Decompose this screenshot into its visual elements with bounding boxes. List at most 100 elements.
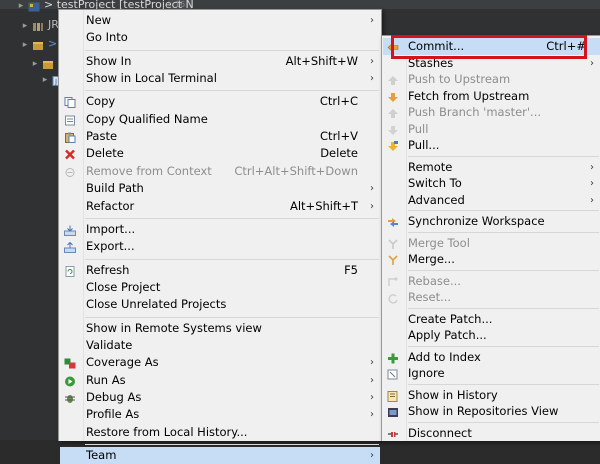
menu-item-build-path[interactable]: Build Path › — [60, 180, 380, 197]
menu-item-label: Synchronize Workspace — [408, 214, 545, 228]
menu-separator — [85, 49, 379, 51]
copy-qualified-name-icon — [64, 114, 76, 126]
library-icon — [32, 20, 44, 31]
menu-separator — [85, 217, 379, 219]
menu-item-accelerator: F5 — [344, 262, 358, 277]
menu-item-show-in-repositories-view[interactable]: Show in Repositories View — [383, 403, 600, 420]
menu-separator — [85, 316, 379, 318]
menu-item-accelerator: Ctrl+Alt+Shift+Down — [234, 163, 358, 178]
export-icon — [64, 241, 76, 254]
menu-item-close-project[interactable]: Close Project — [60, 279, 380, 296]
menu-item-synchronize-workspace[interactable]: Synchronize Workspace — [383, 213, 600, 230]
menu-item-go-into[interactable]: Go Into — [60, 29, 380, 46]
menu-item-apply-patch[interactable]: Apply Patch... — [383, 327, 600, 344]
menu-item-add-to-index[interactable]: Add to Index — [383, 349, 600, 366]
submenu-arrow-icon: › — [370, 409, 374, 421]
menu-item-new[interactable]: New › — [60, 12, 380, 29]
menu-item-accelerator: Alt+Shift+W — [285, 53, 358, 68]
menu-item-label: Remove from Context — [86, 163, 212, 178]
merge-tool-icon — [387, 238, 399, 249]
expand-toggle-icon[interactable]: ▸ — [38, 72, 52, 89]
synchronize-icon — [387, 216, 399, 227]
expand-toggle-icon[interactable]: ▸ — [18, 18, 32, 35]
menu-item-refresh[interactable]: Refresh F5 — [60, 262, 380, 279]
menu-item-label: Apply Patch... — [408, 328, 487, 342]
menu-item-label: Close Project — [86, 279, 161, 294]
menu-item-merge[interactable]: Merge... — [383, 251, 600, 268]
menu-item-label: Export... — [86, 239, 135, 254]
menu-item-remote[interactable]: Remote › — [383, 159, 600, 176]
menu-item-label: Profile As — [86, 407, 140, 422]
history-icon — [387, 390, 399, 402]
menu-item-label: Delete — [86, 146, 124, 161]
menu-item-label: Refresh — [86, 262, 130, 277]
menu-item-label: Remote — [408, 159, 453, 174]
menu-item-show-in[interactable]: Show In Alt+Shift+W › — [60, 53, 380, 70]
menu-item-show-in-remote-systems-view[interactable]: Show in Remote Systems view — [60, 320, 380, 337]
menu-item-label: Ignore — [408, 366, 445, 380]
menu-item-label: Show in History — [408, 387, 498, 402]
menu-item-label: Merge Tool — [408, 235, 470, 250]
push-icon — [387, 74, 399, 85]
menu-item-show-in-local-terminal[interactable]: Show in Local Terminal › — [60, 70, 380, 87]
expand-toggle-icon[interactable]: ▸ — [18, 37, 32, 54]
menu-item-ignore[interactable]: Ignore — [383, 365, 600, 382]
menu-item-label: Import... — [86, 221, 136, 236]
submenu-arrow-icon: › — [370, 374, 374, 386]
pull-dialog-icon — [387, 140, 399, 151]
menu-item-paste[interactable]: Paste Ctrl+V — [60, 128, 380, 145]
team-submenu: Commit... Ctrl+# Stashes › Push to Upstream F… — [381, 35, 600, 441]
menu-item-import[interactable]: Import... — [60, 221, 380, 238]
menu-item-export[interactable]: Export... — [60, 238, 380, 255]
menu-item-label: Copy Qualified Name — [86, 111, 208, 126]
menu-item-advanced[interactable]: Advanced › — [383, 192, 600, 209]
menu-item-show-in-history[interactable]: Show in History — [383, 387, 600, 404]
expand-toggle-icon[interactable]: ▸ — [14, 0, 28, 15]
tree-row[interactable]: ▸ — [28, 54, 58, 71]
menu-item-run-as[interactable]: Run As › — [60, 372, 380, 389]
submenu-arrow-icon: › — [590, 57, 594, 69]
menu-separator — [408, 155, 599, 157]
submenu-arrow-icon: › — [370, 183, 374, 195]
menu-separator — [408, 307, 599, 309]
menu-item-create-patch[interactable]: Create Patch... — [383, 311, 600, 328]
menu-item-remove-from-context: Remove from Context Ctrl+Alt+Shift+Down — [60, 163, 380, 180]
menu-item-copy[interactable]: Copy Ctrl+C — [60, 93, 380, 110]
menu-separator — [408, 421, 599, 423]
paste-icon — [64, 131, 76, 144]
refresh-icon — [64, 265, 76, 277]
menu-item-disconnect[interactable]: Disconnect — [383, 425, 600, 442]
menu-item-switch-to[interactable]: Switch To › — [383, 175, 600, 192]
menu-item-coverage-as[interactable]: Coverage As › — [60, 354, 380, 371]
coverage-icon — [64, 357, 76, 369]
menu-item-push-to-upstream: Push to Upstream — [383, 71, 600, 88]
menu-item-reset: Reset... — [383, 289, 600, 306]
debug-icon — [64, 392, 76, 403]
menu-item-team[interactable]: Team › — [60, 447, 380, 464]
menu-item-accelerator: Ctrl+C — [319, 94, 358, 109]
commit-highlight-box — [391, 35, 587, 59]
submenu-arrow-icon: › — [370, 357, 374, 369]
menu-item-profile-as[interactable]: Profile As › — [60, 406, 380, 423]
menu-item-label: Advanced — [408, 192, 465, 207]
menu-item-pull-dialog[interactable]: Pull... — [383, 137, 600, 154]
menu-item-label: Copy — [86, 94, 116, 109]
package-icon — [42, 58, 54, 69]
submenu-arrow-icon: › — [370, 392, 374, 403]
submenu-arrow-icon: › — [370, 450, 374, 462]
menu-item-label: Pull... — [408, 138, 440, 152]
menu-item-close-unrelated-projects[interactable]: Close Unrelated Projects — [60, 296, 380, 313]
menu-item-label: Restore from Local History... — [86, 424, 248, 439]
menu-item-label: Validate — [86, 337, 133, 352]
menu-item-copy-qualified-name[interactable]: Copy Qualified Name — [60, 111, 380, 128]
menu-item-fetch-from-upstream[interactable]: Fetch from Upstream — [383, 88, 600, 105]
disconnect-icon — [387, 428, 399, 439]
menu-item-validate[interactable]: Validate — [60, 337, 380, 354]
menu-item-restore-from-local-history[interactable]: Restore from Local History... — [60, 424, 380, 441]
submenu-arrow-icon: › — [370, 200, 374, 212]
menu-item-debug-as[interactable]: Debug As › — [60, 389, 380, 406]
menu-item-label: Switch To — [408, 176, 462, 190]
menu-item-refactor[interactable]: Refactor Alt+Shift+T › — [60, 198, 380, 215]
menu-item-delete[interactable]: Delete Delete — [60, 145, 380, 162]
project-icon — [28, 0, 40, 12]
